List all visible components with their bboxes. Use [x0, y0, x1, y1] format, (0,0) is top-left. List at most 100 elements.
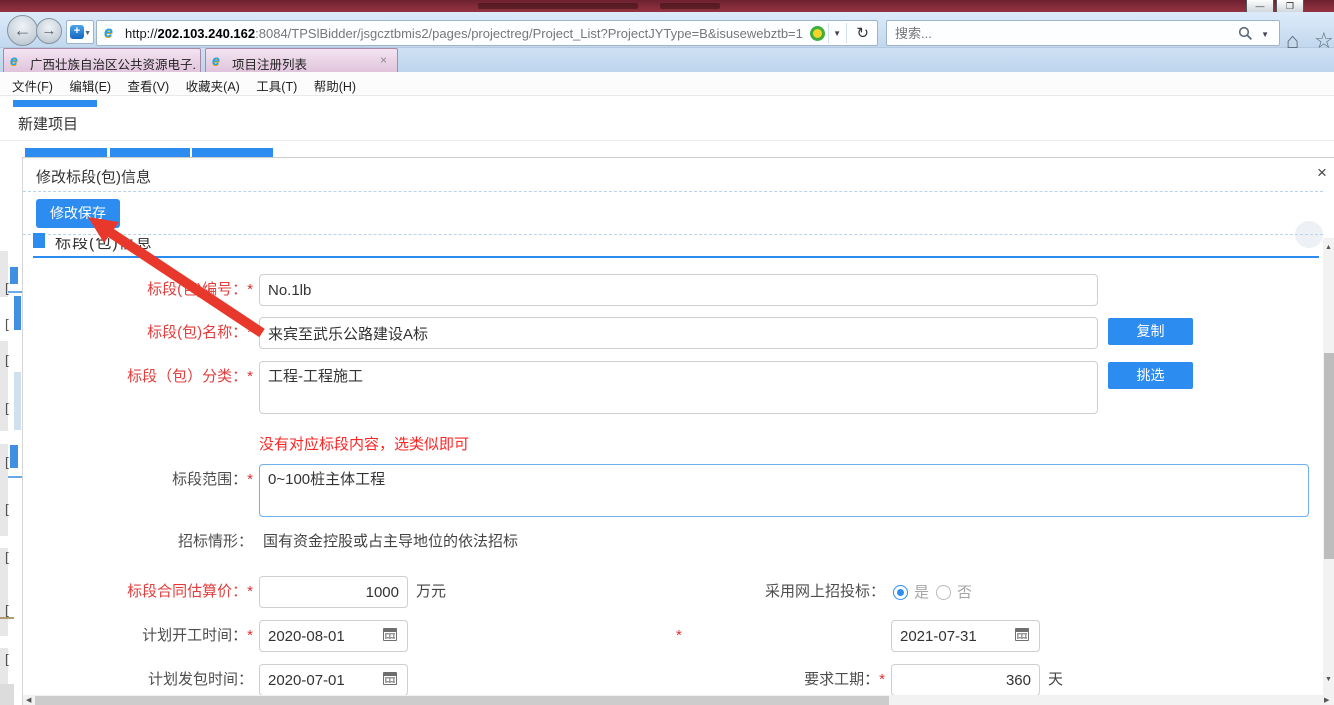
- field-label-estimate: 标段合同估算价：*: [23, 576, 253, 608]
- compatibility-icon[interactable]: [810, 26, 825, 41]
- favicon-dropdown[interactable]: + ▼: [66, 20, 94, 44]
- search-icon[interactable]: [1238, 26, 1253, 41]
- dialog-title: 修改标段(包)信息: [36, 166, 151, 187]
- duration-unit: 天: [1048, 664, 1063, 696]
- menu-edit[interactable]: 编辑(E): [63, 76, 117, 95]
- field-label-situation: 招标情形：: [23, 526, 253, 558]
- divider: [23, 191, 1323, 192]
- calendar-icon[interactable]: [383, 672, 397, 685]
- edit-section-dialog: 修改标段(包)信息 × 修改保存 标段(包)信息 标段(包)编号：* 标段(包)…: [22, 157, 1334, 705]
- browser-tab-project-list[interactable]: e 项目注册列表 ×: [205, 48, 398, 72]
- scope-textarea[interactable]: 0~100桩主体工程: [259, 464, 1309, 517]
- scroll-down-icon[interactable]: ▼: [1325, 676, 1332, 683]
- field-label-category: 标段（包）分类：*: [23, 361, 253, 393]
- browser-tabstrip: e 广西壮族自治区公共资源电子... e 项目注册列表 ×: [0, 48, 1334, 72]
- window-titlebar: — ❐: [0, 0, 1334, 12]
- menu-view[interactable]: 查看(V): [122, 76, 176, 95]
- copy-button[interactable]: 复制: [1108, 318, 1193, 345]
- category-textarea[interactable]: 工程-工程施工: [259, 361, 1098, 414]
- scrollbar-thumb[interactable]: [35, 696, 889, 705]
- menu-file[interactable]: 文件(F): [6, 76, 59, 95]
- field-label-start-date: 计划开工时间：*: [23, 620, 253, 652]
- radio-online-yes[interactable]: [893, 585, 908, 600]
- field-label-online: 采用网上招投标：: [643, 576, 885, 608]
- code-input[interactable]: [259, 274, 1098, 306]
- background-artifact: [0, 617, 14, 619]
- background-fragment: [: [3, 503, 11, 518]
- background-artifact: [14, 296, 21, 330]
- background-fragment: [: [3, 551, 11, 566]
- section-title: 标段(包)信息: [55, 238, 153, 252]
- background-artifact: [13, 100, 97, 107]
- field-label-name: 标段(包)名称：*: [23, 317, 253, 349]
- divider: [0, 140, 1334, 141]
- url-text[interactable]: http://202.103.240.162:8084/TPSlBidder/j…: [125, 26, 841, 41]
- background-artifact: [0, 684, 14, 705]
- refresh-icon[interactable]: ↻: [856, 24, 869, 42]
- ie-logo-icon: e: [10, 52, 18, 68]
- field-label-duration: 要求工期：*: [643, 664, 885, 696]
- scrollbar-thumb[interactable]: [1324, 353, 1334, 559]
- forward-icon[interactable]: →: [36, 18, 62, 44]
- scroll-right-icon[interactable]: ▶: [1324, 696, 1329, 704]
- background-artifact: [8, 476, 22, 478]
- divider: [23, 234, 1323, 235]
- back-icon[interactable]: ←: [7, 15, 38, 46]
- screen: — ❐ ← → + ▼ e http://202.103.240.162:808…: [0, 0, 1334, 705]
- menu-tools[interactable]: 工具(T): [250, 76, 303, 95]
- pick-button[interactable]: 挑选: [1108, 362, 1193, 389]
- save-button[interactable]: 修改保存: [36, 199, 120, 228]
- radio-label-no[interactable]: 否: [957, 584, 972, 601]
- menu-help[interactable]: 帮助(H): [308, 76, 362, 95]
- estimate-input[interactable]: [259, 576, 408, 608]
- scroll-left-icon[interactable]: ◀: [26, 696, 31, 704]
- radio-label-yes[interactable]: 是: [914, 584, 929, 601]
- category-hint: 没有对应标段内容，选类似即可: [259, 433, 469, 454]
- background-fragment: [: [3, 354, 11, 369]
- scroll-up-icon[interactable]: ▲: [1325, 244, 1332, 251]
- situation-value: 国有资金控股或占主导地位的依法招标: [263, 526, 518, 558]
- name-input[interactable]: [259, 317, 1098, 349]
- wizard-tab-stub: [110, 148, 190, 157]
- radio-online-no[interactable]: [936, 585, 951, 600]
- background-fragment: [: [3, 653, 11, 668]
- background-artifact: [10, 267, 18, 284]
- background-fragment: [: [3, 282, 11, 297]
- field-label-scope: 标段范围：*: [23, 464, 253, 496]
- menu-favorites[interactable]: 收藏夹(A): [180, 76, 246, 95]
- titlebar-text-blur: [660, 3, 720, 9]
- browser-menubar: 文件(F) 编辑(E) 查看(V) 收藏夹(A) 工具(T) 帮助(H): [0, 72, 1334, 96]
- background-fragment: [: [3, 402, 11, 417]
- field-label-code: 标段(包)编号：*: [23, 274, 253, 306]
- required-mark: *: [676, 620, 682, 652]
- duration-input[interactable]: [891, 664, 1040, 696]
- tab-title: 广西壮族自治区公共资源电子...: [30, 54, 195, 73]
- page-title: 新建项目: [18, 113, 78, 134]
- field-label-award-date: 计划发包时间：: [23, 664, 253, 696]
- section-underline: [33, 256, 1319, 258]
- browser-tab-gxzy[interactable]: e 广西壮族自治区公共资源电子...: [3, 48, 201, 72]
- chevron-down-icon[interactable]: ▼: [833, 29, 841, 38]
- background-artifact: [8, 291, 22, 293]
- ie-logo-icon: e: [212, 52, 220, 68]
- tab-close-icon[interactable]: ×: [380, 53, 387, 67]
- calendar-icon[interactable]: [1015, 628, 1029, 641]
- dialog-close-icon[interactable]: ×: [1317, 164, 1327, 182]
- wizard-tab-stub: [25, 148, 107, 157]
- vertical-scrollbar[interactable]: ▲ ▼: [1323, 238, 1334, 695]
- tab-title: 项目注册列表: [232, 54, 362, 73]
- background-fragment: [: [3, 318, 11, 333]
- chevron-down-icon: ▼: [84, 30, 91, 37]
- background-artifact: [14, 372, 21, 430]
- horizontal-scrollbar[interactable]: ◀ ▶: [23, 695, 1334, 705]
- ie-logo-icon: e: [104, 24, 113, 42]
- search-input[interactable]: [895, 24, 1225, 42]
- browser-navbar: ← → + ▼ e http://202.103.240.162:8084/TP…: [0, 12, 1334, 48]
- calendar-icon[interactable]: [383, 628, 397, 641]
- address-bar[interactable]: e http://202.103.240.162:8084/TPSlBidder…: [96, 20, 878, 46]
- chevron-down-icon[interactable]: ▼: [1261, 30, 1269, 39]
- titlebar-text-blur: [478, 3, 638, 9]
- background-artifact: [10, 445, 18, 468]
- section-marker: [33, 233, 45, 248]
- search-box[interactable]: ▼: [886, 20, 1280, 46]
